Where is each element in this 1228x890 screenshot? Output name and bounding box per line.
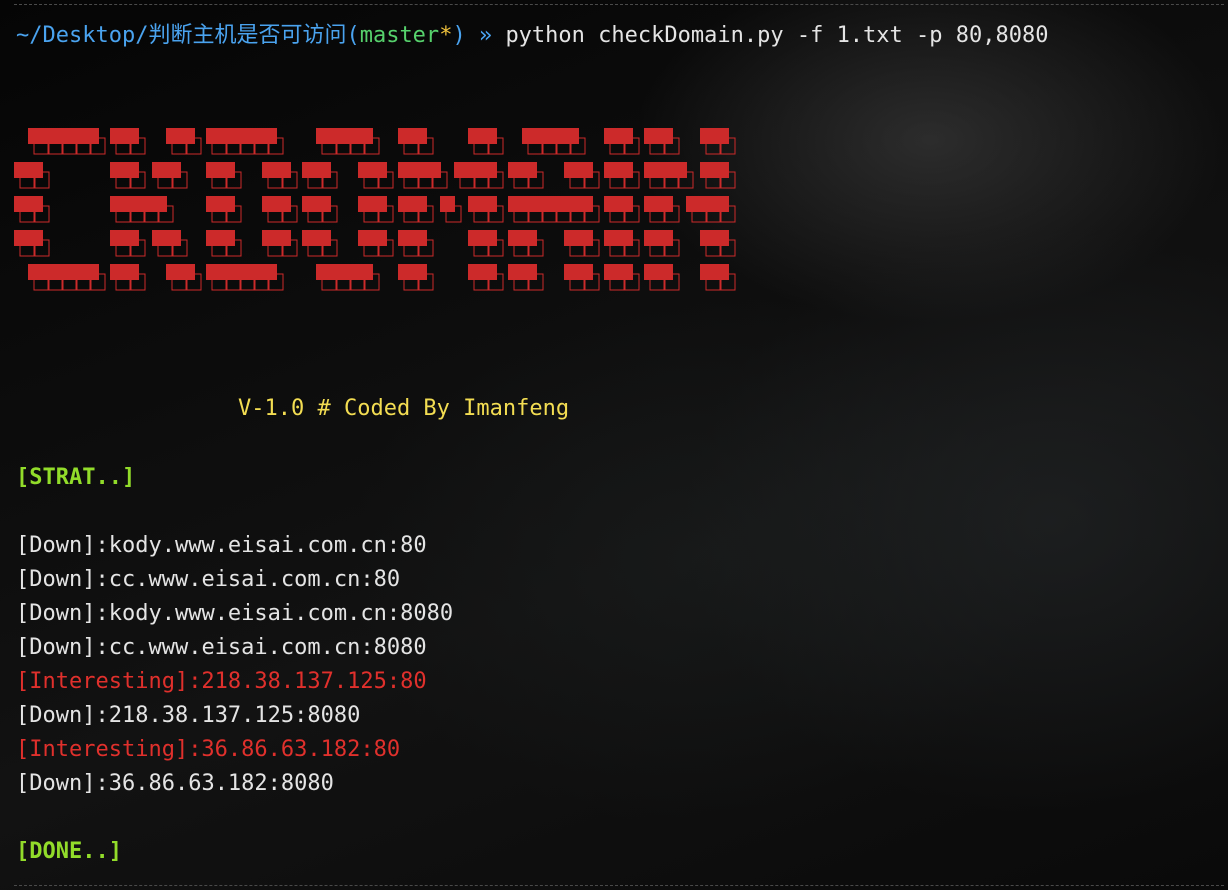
result-status-tag: [Down] [16, 771, 96, 796]
bottom-divider [14, 885, 1224, 886]
result-line: [Down]:kody.www.eisai.com.cn:80 [16, 532, 427, 560]
result-line: [Down]:218.38.137.125:8080 [16, 702, 360, 730]
result-status-tag: [Interesting] [16, 669, 189, 694]
command-prompt-line: ~/Desktop/判断主机是否可访问(master*) » python ch… [16, 22, 1049, 50]
result-target: :36.86.63.182:80 [188, 737, 401, 762]
result-target: :218.38.137.125:8080 [95, 703, 361, 728]
git-dirty-marker: * [439, 23, 453, 48]
banner-text: CKDOMAIN [14, 128, 736, 291]
prompt-path: ~/Desktop/判断主机是否可访问 [16, 23, 347, 48]
version-credit-line: V-1.0 # Coded By Imanfeng [238, 396, 570, 421]
result-status-tag: [Down] [16, 567, 96, 592]
start-marker: [STRAT..] [16, 465, 136, 490]
branch-open-paren: ( [346, 23, 360, 48]
result-status-tag: [Down] [16, 533, 96, 558]
done-marker: [DONE..] [16, 839, 122, 864]
result-target: :36.86.63.182:8080 [95, 771, 334, 796]
result-line: [Interesting]:218.38.137.125:80 [16, 668, 427, 696]
result-target: :cc.www.eisai.com.cn:8080 [95, 635, 427, 660]
result-status-tag: [Down] [16, 703, 96, 728]
result-target: :cc.www.eisai.com.cn:80 [95, 567, 401, 592]
git-branch: master [359, 23, 440, 48]
result-target: :kody.www.eisai.com.cn:80 [95, 533, 427, 558]
result-line: [Down]:36.86.63.182:8080 [16, 770, 334, 798]
result-line: [Down]:cc.www.eisai.com.cn:80 [16, 566, 400, 594]
result-line: [Interesting]:36.86.63.182:80 [16, 736, 400, 764]
result-target: :kody.www.eisai.com.cn:8080 [95, 601, 454, 626]
result-target: :218.38.137.125:80 [188, 669, 427, 694]
top-divider [14, 4, 1224, 5]
result-status-tag: [Down] [16, 635, 96, 660]
result-line: [Down]:cc.www.eisai.com.cn:8080 [16, 634, 427, 662]
result-line: [Down]:kody.www.eisai.com.cn:8080 [16, 600, 453, 628]
ascii-art-banner-logo: CKDOMAIN [14, 128, 736, 291]
result-status-tag: [Down] [16, 601, 96, 626]
result-status-tag: [Interesting] [16, 737, 189, 762]
command-text[interactable]: python checkDomain.py -f 1.txt -p 80,808… [505, 23, 1048, 48]
prompt-arrow: » [465, 23, 506, 48]
branch-close-paren: ) [452, 23, 466, 48]
